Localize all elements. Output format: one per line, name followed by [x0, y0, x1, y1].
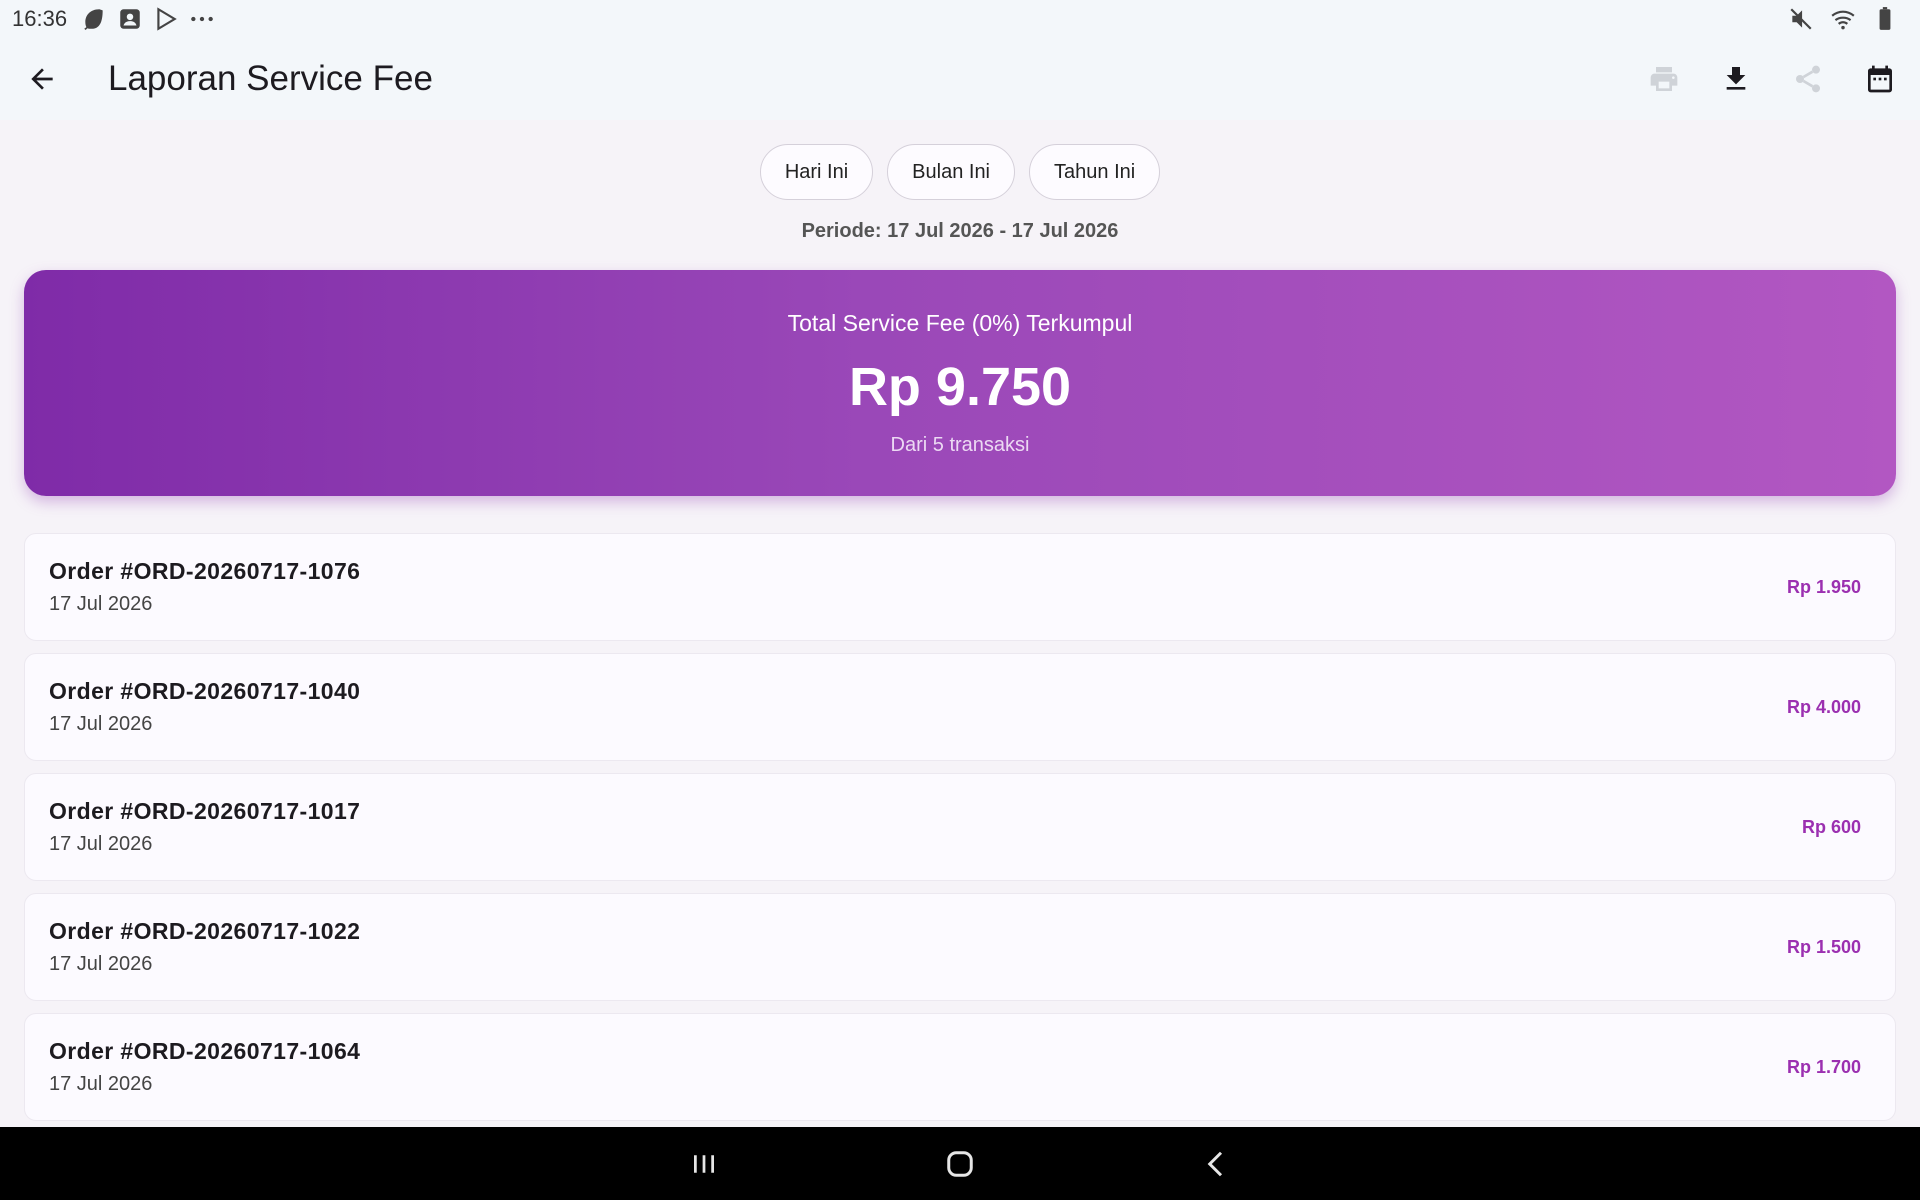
order-date: 17 Jul 2026: [49, 713, 153, 735]
back-button[interactable]: [12, 49, 72, 109]
home-icon: [947, 1150, 973, 1177]
transaction-row[interactable]: Order #ORD-20260717-1017 17 Jul 2026 Rp …: [24, 773, 1896, 881]
back-nav-icon: [1207, 1151, 1223, 1176]
more-dots-icon: [189, 6, 215, 32]
order-date: 17 Jul 2026: [49, 1073, 153, 1095]
chip-this-year[interactable]: Tahun Ini: [1029, 144, 1161, 200]
report-content: Hari Ini Bulan Ini Tahun Ini Periode: 17…: [0, 120, 1920, 1127]
print-button[interactable]: [1628, 43, 1700, 115]
summary-label: Total Service Fee (0%) Terkumpul: [787, 310, 1133, 336]
transaction-row[interactable]: Order #ORD-20260717-1064 17 Jul 2026 Rp …: [24, 1013, 1896, 1121]
mute-icon: [1788, 6, 1814, 32]
download-button[interactable]: [1700, 43, 1772, 115]
recent-apps-button[interactable]: [674, 1134, 734, 1194]
home-button[interactable]: [930, 1134, 990, 1194]
play-icon: [153, 6, 179, 32]
chip-this-month[interactable]: Bulan Ini: [887, 144, 1016, 200]
calendar-button[interactable]: [1844, 43, 1916, 115]
order-fee: Rp 1.700: [1786, 1056, 1861, 1077]
wifi-icon: [1830, 6, 1856, 32]
order-number: Order #ORD-20260717-1076: [49, 558, 361, 584]
order-number: Order #ORD-20260717-1040: [49, 678, 361, 704]
app-bar: Laporan Service Fee: [0, 38, 1920, 120]
order-number: Order #ORD-20260717-1017: [49, 798, 361, 824]
transaction-row[interactable]: Order #ORD-20260717-1022 17 Jul 2026 Rp …: [24, 893, 1896, 1001]
download-icon: [1726, 67, 1746, 90]
period-label: Periode: 17 Jul 2026 - 17 Jul 2026: [801, 220, 1119, 242]
order-date: 17 Jul 2026: [49, 953, 153, 975]
calendar-icon: [1868, 65, 1892, 93]
battery-icon: [1872, 6, 1898, 32]
order-fee: Rp 1.500: [1786, 936, 1861, 957]
order-fee: Rp 4.000: [1786, 696, 1861, 717]
recent-apps-icon: [694, 1154, 714, 1173]
contact-icon: [117, 6, 143, 32]
order-date: 17 Jul 2026: [49, 593, 153, 615]
back-nav-button[interactable]: [1186, 1134, 1246, 1194]
print-icon: [1650, 67, 1678, 91]
summary-amount: Rp 9.750: [848, 357, 1072, 417]
share-button[interactable]: [1772, 43, 1844, 115]
leaf-icon: [81, 6, 107, 32]
page-title: Laporan Service Fee: [108, 59, 433, 98]
order-fee: Rp 600: [1801, 816, 1861, 837]
chip-today[interactable]: Hari Ini: [759, 144, 874, 200]
system-nav-bar: [0, 1127, 1920, 1200]
status-time: 16:36: [12, 6, 68, 31]
arrow-back-icon: [31, 68, 53, 90]
order-number: Order #ORD-20260717-1064: [49, 1038, 361, 1064]
transaction-row[interactable]: Order #ORD-20260717-1076 17 Jul 2026 Rp …: [24, 533, 1896, 641]
transaction-list: Order #ORD-20260717-1076 17 Jul 2026 Rp …: [24, 533, 1896, 1133]
summary-subtitle: Dari 5 transaksi: [890, 434, 1030, 456]
share-icon: [1796, 65, 1820, 93]
order-date: 17 Jul 2026: [49, 833, 153, 855]
status-bar: 16:36: [0, 0, 1920, 38]
order-fee: Rp 1.950: [1786, 576, 1861, 597]
transaction-row[interactable]: Order #ORD-20260717-1040 17 Jul 2026 Rp …: [24, 653, 1896, 761]
order-number: Order #ORD-20260717-1022: [49, 918, 361, 944]
period-filter-chips: Hari Ini Bulan Ini Tahun Ini: [0, 144, 1920, 200]
summary-card: Total Service Fee (0%) Terkumpul Rp 9.75…: [24, 270, 1896, 496]
